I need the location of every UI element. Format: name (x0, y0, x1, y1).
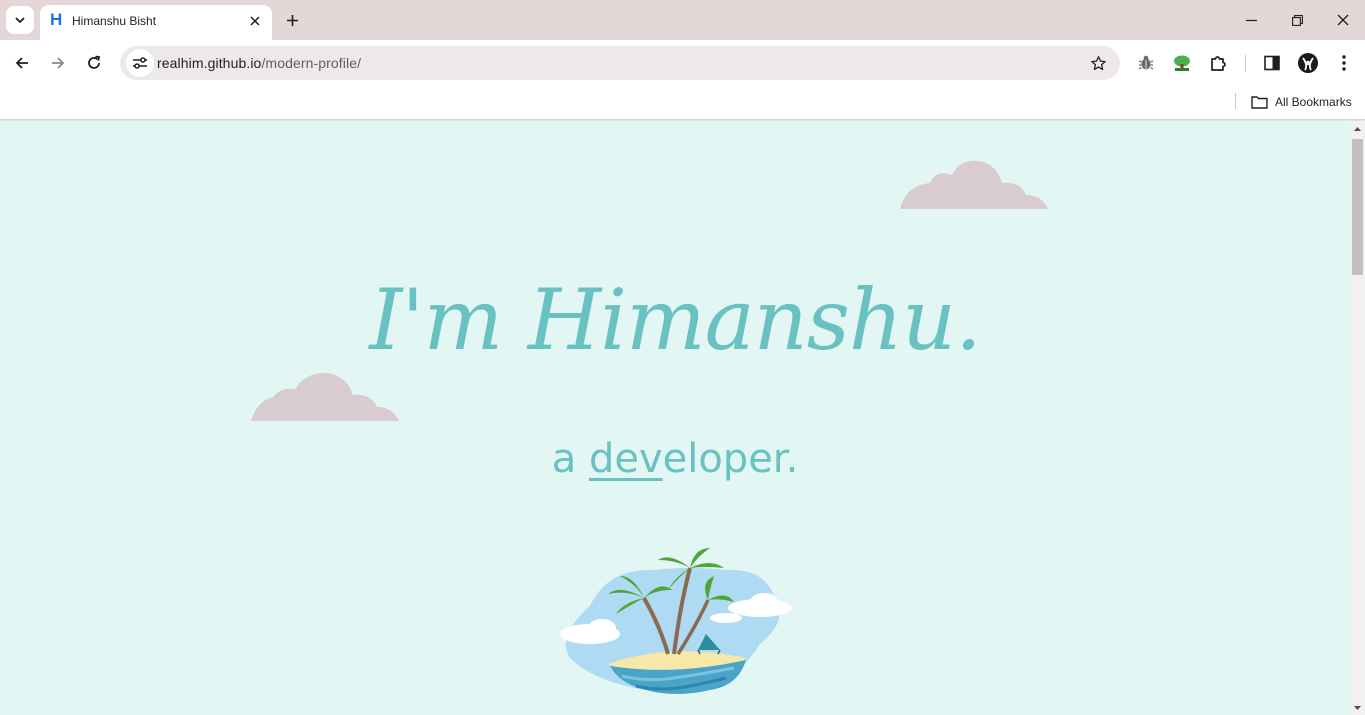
bug-icon (1138, 55, 1154, 70)
scroll-up-icon[interactable] (1353, 125, 1362, 134)
close-window-button[interactable] (1329, 6, 1357, 34)
hero-prefix: a (551, 436, 577, 482)
plus-icon (286, 14, 298, 26)
star-icon (1090, 55, 1106, 70)
puzzle-icon (1211, 56, 1226, 71)
tab-strip: H Himanshu Bisht (0, 0, 1365, 40)
island-illustration (560, 548, 792, 694)
all-bookmarks-label: All Bookmarks (1275, 95, 1352, 109)
close-icon (250, 16, 260, 26)
site-info-button[interactable] (126, 49, 154, 77)
minimize-icon (1245, 19, 1257, 21)
extension-tree-button[interactable] (1169, 50, 1195, 76)
url-path: /modern-profile/ (261, 55, 362, 71)
more-vert-icon (1342, 55, 1346, 71)
toolbar-divider (1245, 55, 1246, 72)
cloud-icon (900, 160, 1048, 209)
bookmarks-bar: All Bookmarks (0, 86, 1365, 120)
restore-icon (1291, 14, 1303, 26)
side-panel-button[interactable] (1259, 50, 1285, 76)
role-rest: eloper. (662, 436, 799, 482)
back-button[interactable] (8, 49, 36, 77)
page-scrollbar[interactable] (1350, 121, 1365, 715)
new-tab-button[interactable] (280, 8, 304, 32)
reload-icon (88, 55, 101, 69)
close-icon (1337, 14, 1349, 26)
url-host: realhim.github.io (157, 55, 262, 71)
all-bookmarks-button[interactable]: All Bookmarks (1251, 91, 1352, 113)
address-bar[interactable]: realhim.github.io/modern-profile/ (120, 46, 1120, 80)
avatar-icon (1298, 53, 1318, 73)
tree-icon (1174, 55, 1190, 71)
close-tab-button[interactable] (246, 12, 264, 30)
tune-icon (133, 57, 147, 69)
scroll-thumb[interactable] (1352, 139, 1363, 275)
typed-role: dev (588, 436, 663, 482)
bookmark-star-button[interactable] (1088, 53, 1108, 73)
cloud-icon (251, 373, 399, 421)
hero-subtitle: a developer. (0, 436, 1350, 482)
scroll-down-icon[interactable] (1353, 703, 1362, 712)
restore-button[interactable] (1283, 6, 1311, 34)
active-tab[interactable]: H Himanshu Bisht (40, 5, 272, 40)
side-panel-icon (1264, 55, 1280, 71)
bookmarks-divider (1235, 93, 1236, 109)
browser-toolbar: realhim.github.io/modern-profile/ (0, 40, 1365, 86)
arrow-right-icon (52, 57, 65, 69)
url-text: realhim.github.io/modern-profile/ (157, 55, 361, 71)
favicon: H (50, 10, 63, 29)
forward-button[interactable] (44, 49, 72, 77)
arrow-left-icon (15, 57, 28, 69)
hero-title: I'm Himanshu. (369, 271, 982, 369)
tab-title: Himanshu Bisht (72, 14, 157, 28)
folder-icon (1251, 96, 1268, 109)
browser-menu-button[interactable] (1331, 50, 1357, 76)
profile-button[interactable] (1295, 50, 1321, 76)
chevron-down-icon (15, 17, 25, 24)
extension-bug-button[interactable] (1133, 50, 1159, 76)
page-content: I'm Himanshu. a developer. (0, 121, 1350, 715)
minimize-button[interactable] (1237, 6, 1265, 34)
extensions-button[interactable] (1205, 50, 1231, 76)
tab-search-button[interactable] (6, 6, 34, 34)
reload-button[interactable] (80, 49, 108, 77)
